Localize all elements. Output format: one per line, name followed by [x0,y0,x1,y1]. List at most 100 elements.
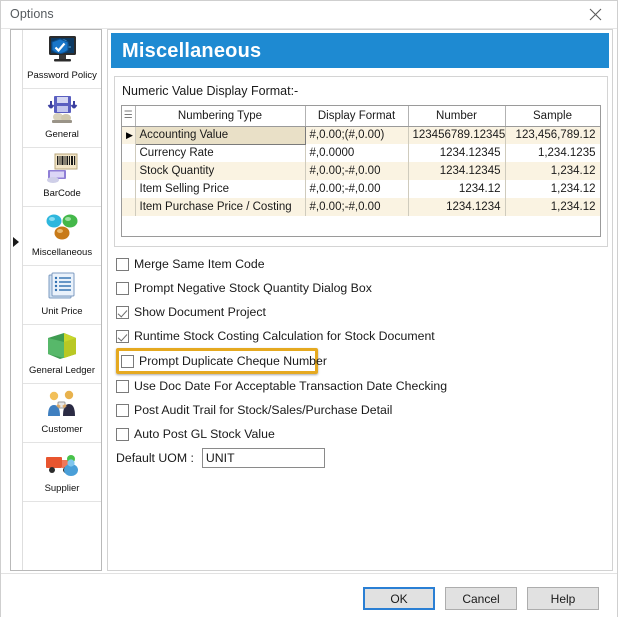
table-row[interactable]: Item Selling Price #,0.00;-#,0.00 1234.1… [122,180,600,198]
cell-display-format: #,0.00;(#,0.00) [305,126,408,144]
checkbox-row-prompt-negative-stock-quantity-dialog-box[interactable]: Prompt Negative Stock Quantity Dialog Bo… [116,276,586,300]
barcode-icon [41,150,83,188]
default-uom-label: Default UOM : [116,451,194,465]
cell-numbering-type: Stock Quantity [135,162,305,180]
sidebar-item-miscellaneous[interactable]: Miscellaneous [23,207,101,266]
row-selector-arrow[interactable]: ▶ [122,126,135,144]
checkbox-icon[interactable] [116,306,129,319]
numeric-format-grid[interactable]: ☰ Numbering Type Display Format Number S… [121,105,601,237]
grid-header-row: ☰ Numbering Type Display Format Number S… [122,106,600,126]
column-header-number[interactable]: Number [408,106,505,126]
general-ledger-icon [41,327,83,365]
supplier-icon [41,445,83,483]
sidebar-item-label: Customer [41,424,82,435]
sidebar-item-label: Supplier [45,483,80,494]
cell-sample: 1,234.12 [505,162,600,180]
help-button[interactable]: Help [527,587,599,610]
ok-button[interactable]: OK [363,587,435,610]
column-header-numbering-type[interactable]: Numbering Type [135,106,305,126]
cell-numbering-type: Item Purchase Price / Costing [135,198,305,216]
checkbox-row-prompt-duplicate-cheque-number[interactable]: Prompt Duplicate Cheque Number [116,348,318,374]
checkbox-label: Auto Post GL Stock Value [134,427,275,441]
checkbox-label: Prompt Negative Stock Quantity Dialog Bo… [134,281,372,295]
row-selector-cell[interactable] [122,198,135,216]
miscellaneous-icon [41,209,83,247]
cell-numbering-type: Currency Rate [135,144,305,162]
cell-display-format: #,0.00;-#,0.00 [305,162,408,180]
table-row[interactable]: ▶ Accounting Value #,0.00;(#,0.00) 12345… [122,126,600,144]
sidebar-item-label: BarCode [43,188,81,199]
sidebar-item-barcode[interactable]: BarCode [23,148,101,207]
title-bar: Options [1,1,617,29]
default-uom-input[interactable] [202,448,325,468]
cell-sample: 1,234.12 [505,198,600,216]
checkbox-icon[interactable] [121,355,134,368]
sidebar-item-label: Password Policy [27,70,97,81]
checkbox-icon[interactable] [116,282,129,295]
cell-display-format: #,0.00;-#,0.00 [305,180,408,198]
checkbox-row-use-doc-date-for-acceptable-transaction-date-checking[interactable]: Use Doc Date For Acceptable Transaction … [116,374,586,398]
numeric-format-group: Numeric Value Display Format:- ☰ Numberi… [114,76,608,247]
checkbox-icon[interactable] [116,330,129,343]
sidebar-item-supplier[interactable]: Supplier [23,443,101,502]
checkbox-label: Use Doc Date For Acceptable Transaction … [134,379,447,393]
sidebar-item-label: Unit Price [41,306,82,317]
cell-sample: 1,234.1235 [505,144,600,162]
checkbox-icon[interactable] [116,258,129,271]
cell-number: 1234.12345 [408,144,505,162]
checkbox-row-post-audit-trail[interactable]: Post Audit Trail for Stock/Sales/Purchas… [116,398,586,422]
sidebar-item-label: General [45,129,79,140]
sidebar-item-password-policy[interactable]: Password Policy [23,30,101,89]
cell-sample: 1,234.12 [505,180,600,198]
checkbox-icon[interactable] [116,404,129,417]
unit-price-icon [41,268,83,306]
checkbox-label: Merge Same Item Code [134,257,265,271]
content-panel: Miscellaneous Numeric Value Display Form… [107,29,613,571]
sidebar-item-general-ledger[interactable]: General Ledger [23,325,101,384]
checkbox-row-merge-same-item-code[interactable]: Merge Same Item Code [116,252,586,276]
sidebar: Password Policy General [10,29,102,571]
sidebar-scroll-column[interactable] [11,30,23,570]
cancel-button[interactable]: Cancel [445,587,517,610]
row-selector-cell[interactable] [122,144,135,162]
checkbox-icon[interactable] [116,428,129,441]
checkbox-row-runtime-stock-costing-calculation[interactable]: Runtime Stock Costing Calculation for St… [116,324,586,348]
table-row[interactable]: Item Purchase Price / Costing #,0.00;-#,… [122,198,600,216]
cell-number: 1234.12 [408,180,505,198]
dialog-footer: OK Cancel Help [1,573,617,617]
sidebar-item-label: Miscellaneous [32,247,92,258]
checkbox-row-show-document-project[interactable]: Show Document Project [116,300,586,324]
checkbox-label: Post Audit Trail for Stock/Sales/Purchas… [134,403,392,417]
sidebar-item-label: General Ledger [29,365,95,376]
password-policy-icon [41,32,83,70]
sidebar-item-customer[interactable]: Customer [23,384,101,443]
options-dialog: Options [0,0,618,617]
options-checkbox-list: Merge Same Item Code Prompt Negative Sto… [116,252,586,446]
checkbox-label: Prompt Duplicate Cheque Number [139,354,327,368]
table-row[interactable]: Currency Rate #,0.0000 1234.12345 1,234.… [122,144,600,162]
sidebar-item-list: Password Policy General [23,30,101,570]
checkbox-row-auto-post-gl-stock-value[interactable]: Auto Post GL Stock Value [116,422,586,446]
customer-icon [41,386,83,424]
window-title: Options [10,7,54,21]
table-row[interactable]: Stock Quantity #,0.00;-#,0.00 1234.12345… [122,162,600,180]
cell-display-format: #,0.00;-#,0.00 [305,198,408,216]
column-header-sample[interactable]: Sample [505,106,600,126]
close-icon[interactable] [573,1,617,28]
row-selector-cell[interactable] [122,180,135,198]
left-arrow-icon[interactable] [13,237,19,247]
checkbox-icon[interactable] [116,380,129,393]
cell-display-format: #,0.0000 [305,144,408,162]
general-icon [41,91,83,129]
column-grip-icon[interactable]: ☰ [122,106,135,126]
column-header-display-format[interactable]: Display Format [305,106,408,126]
cell-numbering-type: Accounting Value [135,126,305,144]
cell-number: 123456789.12345 [408,126,505,144]
sidebar-item-general[interactable]: General [23,89,101,148]
checkbox-label: Runtime Stock Costing Calculation for St… [134,329,435,343]
default-uom-row: Default UOM : [116,448,325,468]
row-selector-cell[interactable] [122,162,135,180]
sidebar-item-unit-price[interactable]: Unit Price [23,266,101,325]
page-banner: Miscellaneous [111,33,609,68]
cell-number: 1234.1234 [408,198,505,216]
